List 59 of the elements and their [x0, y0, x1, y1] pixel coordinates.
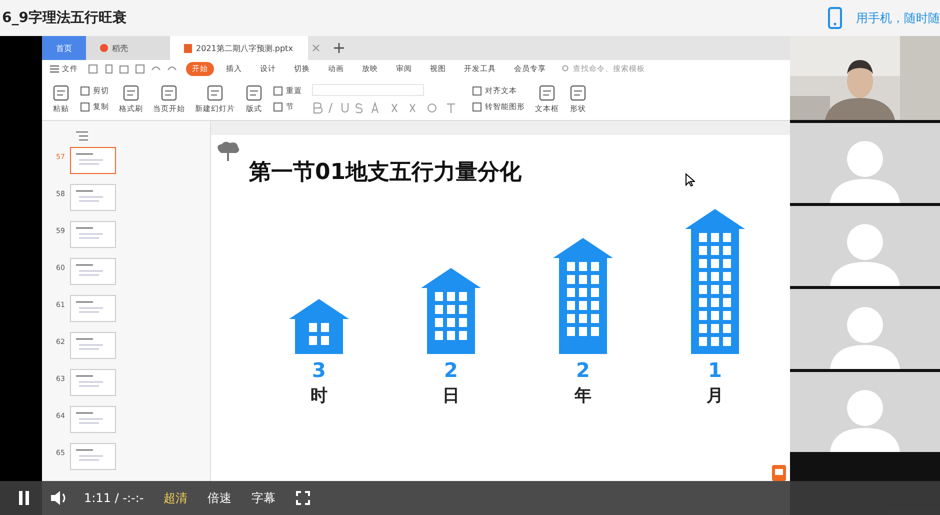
square-icon: [472, 86, 482, 96]
document-tab[interactable]: 2021第二期八字预测.pptx: [170, 36, 308, 60]
slide-thumbnail[interactable]: [70, 332, 116, 359]
document-icon: [160, 84, 178, 102]
search-icon: [562, 65, 570, 73]
tree-icon: [215, 141, 241, 161]
slide-thumbnail[interactable]: [70, 221, 116, 248]
building-label: 月: [706, 385, 724, 407]
close-icon[interactable]: [312, 44, 320, 52]
quality-button[interactable]: 超清: [164, 490, 188, 506]
document-icon: [245, 84, 263, 102]
square-icon: [80, 86, 90, 96]
docer-logo-icon: [100, 44, 108, 52]
building-icon: [553, 238, 613, 354]
pause-button[interactable]: [18, 491, 30, 505]
building-icon: [685, 209, 745, 354]
building-value: 2: [576, 358, 590, 382]
building-value: 3: [312, 358, 326, 382]
presentation-file-icon: [184, 44, 192, 52]
phone-icon: [828, 7, 842, 29]
document-icon: [206, 84, 224, 102]
document-icon: [538, 84, 556, 102]
slide-thumbnail[interactable]: [70, 369, 116, 396]
speed-button[interactable]: 倍速: [208, 490, 232, 506]
slide-thumbnail[interactable]: [70, 147, 116, 174]
slide-thumbnail[interactable]: [70, 184, 116, 211]
playback-time: 1:11 / -:-:-: [84, 491, 144, 505]
building-icon: [421, 268, 481, 354]
video-title: 6_9字理法五行旺衰: [2, 9, 126, 27]
slide-thumbnail[interactable]: [70, 443, 116, 470]
building-label: 日: [442, 385, 460, 407]
square-icon: [273, 86, 283, 96]
slide-thumbnail[interactable]: [70, 295, 116, 322]
fullscreen-button[interactable]: [296, 491, 310, 505]
font-family-dropdown[interactable]: [312, 84, 424, 96]
document-tab[interactable]: 首页: [42, 36, 86, 60]
document-icon: [122, 84, 140, 102]
square-icon: [273, 102, 283, 112]
square-icon: [472, 102, 482, 112]
building-value: 1: [708, 358, 722, 382]
menu-icon[interactable]: [50, 65, 59, 73]
slide-corner-icon: [772, 465, 786, 481]
mouse-cursor-icon: [685, 173, 695, 187]
slide-thumbnail[interactable]: [70, 258, 116, 285]
building-label: 年: [574, 385, 592, 407]
volume-button[interactable]: [50, 490, 68, 506]
building-label: 时: [310, 385, 328, 407]
document-tab[interactable]: 稻壳: [86, 36, 170, 60]
quick-access-icons[interactable]: [88, 64, 178, 74]
document-icon: [52, 84, 70, 102]
outline-view-icon[interactable]: [76, 131, 88, 141]
slide-title: 第一节01地支五行力量分化: [249, 159, 522, 187]
subtitles-button[interactable]: 字幕: [252, 490, 276, 506]
document-icon: [569, 84, 587, 102]
building-value: 2: [444, 358, 458, 382]
square-icon: [80, 102, 90, 112]
slide-thumbnail[interactable]: [70, 406, 116, 433]
new-tab-icon[interactable]: [334, 43, 344, 53]
building-icon: [289, 299, 349, 354]
